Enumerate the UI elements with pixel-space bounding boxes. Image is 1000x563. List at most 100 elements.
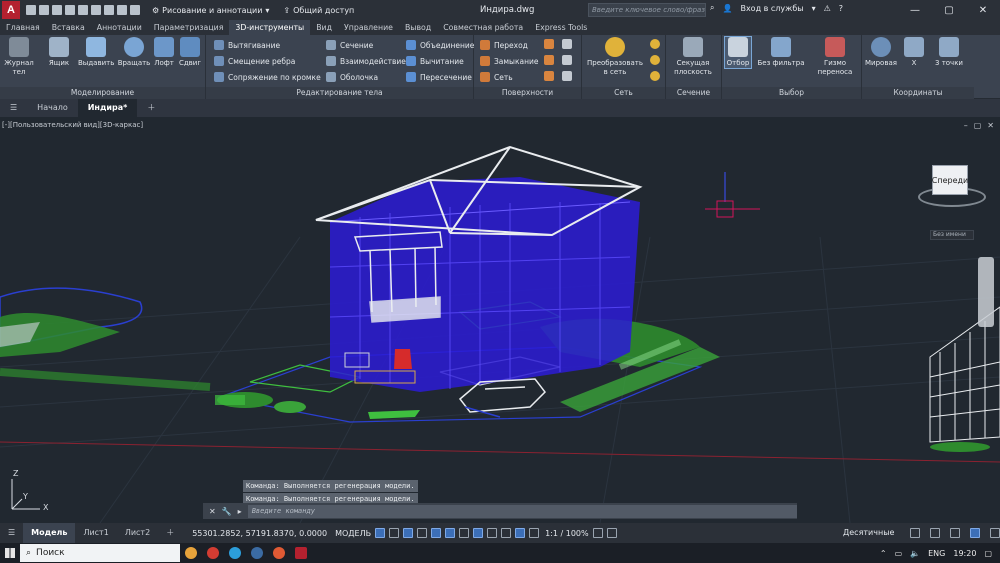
world-ucs-button[interactable]: Мировая <box>864 37 898 68</box>
tab-parametric[interactable]: Параметризация <box>148 20 230 35</box>
new-file-icon[interactable] <box>26 5 36 15</box>
panel-title-selection[interactable]: Выбор <box>722 87 861 99</box>
extrude-button[interactable]: Выдавить <box>78 37 114 68</box>
autocad-taskbar-icon[interactable] <box>290 543 312 563</box>
plot-icon[interactable] <box>91 5 101 15</box>
refine-mesh-icon[interactable] <box>650 71 660 81</box>
fillet-edge-button[interactable]: Сопряжение по кромке <box>214 70 321 84</box>
culling-button[interactable]: Отбор <box>724 36 752 69</box>
tab-output[interactable]: Вывод <box>399 20 437 35</box>
section-button[interactable]: Сечение <box>326 38 373 52</box>
trim-surface-icon[interactable] <box>544 55 554 65</box>
viewport-restore-icon[interactable]: ▢ <box>974 121 982 130</box>
command-input[interactable]: Введите команду <box>247 504 797 518</box>
network-icon[interactable]: ▭ <box>895 549 903 558</box>
tab-model[interactable]: Модель <box>23 523 76 543</box>
viewport-close-icon[interactable]: ✕ <box>987 121 994 130</box>
union-button[interactable]: Объединение <box>406 38 474 52</box>
panel-title-mesh[interactable]: Сеть <box>582 87 665 99</box>
panel-title-section[interactable]: Сечение <box>666 87 721 99</box>
app-logo-icon[interactable]: A <box>2 1 20 19</box>
layout-menu-icon[interactable]: ☰ <box>0 523 23 543</box>
minimize-icon[interactable]: — <box>898 0 932 20</box>
lineweight-toggle-icon[interactable] <box>459 528 470 538</box>
sweep-button[interactable]: Сдвиг <box>177 37 203 68</box>
ucs-menu-button[interactable]: Без имени <box>930 230 974 240</box>
tab-annotate[interactable]: Аннотации <box>91 20 148 35</box>
measure-icon[interactable] <box>130 5 140 15</box>
intersect-button[interactable]: Пересечение <box>406 70 472 84</box>
volume-icon[interactable]: 🔈 <box>910 549 920 558</box>
isolate-objects-icon[interactable] <box>930 528 940 538</box>
panel-title-coordinates[interactable]: Координаты <box>862 87 974 99</box>
redo-icon[interactable] <box>117 5 127 15</box>
smooth-more-icon[interactable] <box>650 39 660 49</box>
fillet-surface-icon[interactable] <box>544 39 554 49</box>
share-button[interactable]: ⇪ Общий доступ <box>283 6 354 15</box>
transparency-toggle-icon[interactable] <box>473 528 484 538</box>
grid-toggle-icon[interactable] <box>375 528 386 538</box>
restore-icon[interactable]: ▢ <box>932 0 966 20</box>
tab-manage[interactable]: Управление <box>338 20 399 35</box>
login-button[interactable]: Вход в службы <box>740 4 803 13</box>
clock[interactable]: 19:20 <box>953 549 976 558</box>
annotation-scale[interactable]: 1:1 / 100% <box>545 529 589 538</box>
user-icon[interactable]: 👤 <box>722 4 732 13</box>
clean-screen-icon[interactable] <box>950 528 960 538</box>
solid-history-button[interactable]: Журнал тел <box>2 37 36 77</box>
close-icon[interactable]: ✕ <box>966 0 1000 20</box>
move-gizmo-button[interactable]: Гизмо переноса <box>812 37 858 77</box>
surface-assoc-icon[interactable] <box>562 55 572 65</box>
box-button[interactable]: Ящик <box>44 37 74 68</box>
ucs-3point-button[interactable]: 3 точки <box>930 37 968 68</box>
open-file-icon[interactable] <box>39 5 49 15</box>
hardware-acceleration-icon[interactable] <box>970 528 980 538</box>
notifications-icon[interactable]: ▢ <box>984 549 992 558</box>
file-tab-start[interactable]: Начало <box>27 99 78 117</box>
add-layout-icon[interactable]: ＋ <box>158 523 182 543</box>
tab-insert[interactable]: Вставка <box>46 20 91 35</box>
search-icon[interactable]: ⌕ <box>710 3 714 13</box>
annotation-monitor-icon[interactable] <box>606 528 617 538</box>
selection-cycling-icon[interactable] <box>487 528 498 538</box>
section-plane-button[interactable]: Секущая плоскость <box>668 37 718 77</box>
chrome-2-icon[interactable] <box>268 543 290 563</box>
blend-button[interactable]: Переход <box>480 38 528 52</box>
telegram-icon[interactable] <box>224 543 246 563</box>
no-filter-button[interactable]: Без фильтра <box>756 37 806 68</box>
viewport-controls-label[interactable]: [-][Пользовательский вид][3D-каркас] <box>2 121 143 129</box>
save-as-icon[interactable] <box>65 5 75 15</box>
print-icon[interactable] <box>78 5 88 15</box>
dynamic-ucs-icon[interactable] <box>515 528 526 538</box>
help-icon[interactable]: ? <box>839 4 843 13</box>
tab-collaborate[interactable]: Совместная работа <box>437 20 529 35</box>
shell-button[interactable]: Оболочка <box>326 70 378 84</box>
network-button[interactable]: Сеть <box>480 70 513 84</box>
surface-settings-icon[interactable] <box>562 39 572 49</box>
menu-icon[interactable]: ☰ <box>0 99 27 117</box>
close-icon[interactable]: ✕ <box>209 507 216 516</box>
extrude-faces-button[interactable]: Вытягивание <box>214 38 280 52</box>
tab-express-tools[interactable]: Express Tools <box>529 20 593 35</box>
viewport-minimize-icon[interactable]: – <box>964 121 968 130</box>
taskbar-search[interactable]: ⌕ Поиск <box>20 544 180 562</box>
viewcube-face-front[interactable]: Спереди <box>932 165 968 195</box>
convert-to-mesh-button[interactable]: Преобразовать в сеть <box>584 37 646 77</box>
surface-nurbs-icon[interactable] <box>562 71 572 81</box>
osnap-toggle-icon[interactable] <box>445 528 456 538</box>
wrench-icon[interactable]: 🔧 <box>222 507 232 516</box>
workspace-gear-icon[interactable] <box>592 528 603 538</box>
command-prompt-icon[interactable]: ▸ <box>238 507 242 516</box>
tab-home[interactable]: Главная <box>0 20 46 35</box>
customization-icon[interactable] <box>990 528 1000 538</box>
tab-layout1[interactable]: Лист1 <box>75 523 116 543</box>
workspace-switcher[interactable]: ⚙ Рисование и аннотации ▾ <box>148 3 273 17</box>
new-tab-icon[interactable]: ＋ <box>137 99 165 117</box>
loft-button[interactable]: Лофт <box>152 37 176 68</box>
smooth-less-icon[interactable] <box>650 55 660 65</box>
save-icon[interactable] <box>52 5 62 15</box>
undo-icon[interactable] <box>104 5 114 15</box>
language-indicator[interactable]: ENG <box>928 549 945 558</box>
cursor-coordinates[interactable]: 55301.2852, 57191.8370, 0.0000 <box>192 529 327 538</box>
model-space-toggle[interactable]: МОДЕЛЬ <box>335 529 371 538</box>
